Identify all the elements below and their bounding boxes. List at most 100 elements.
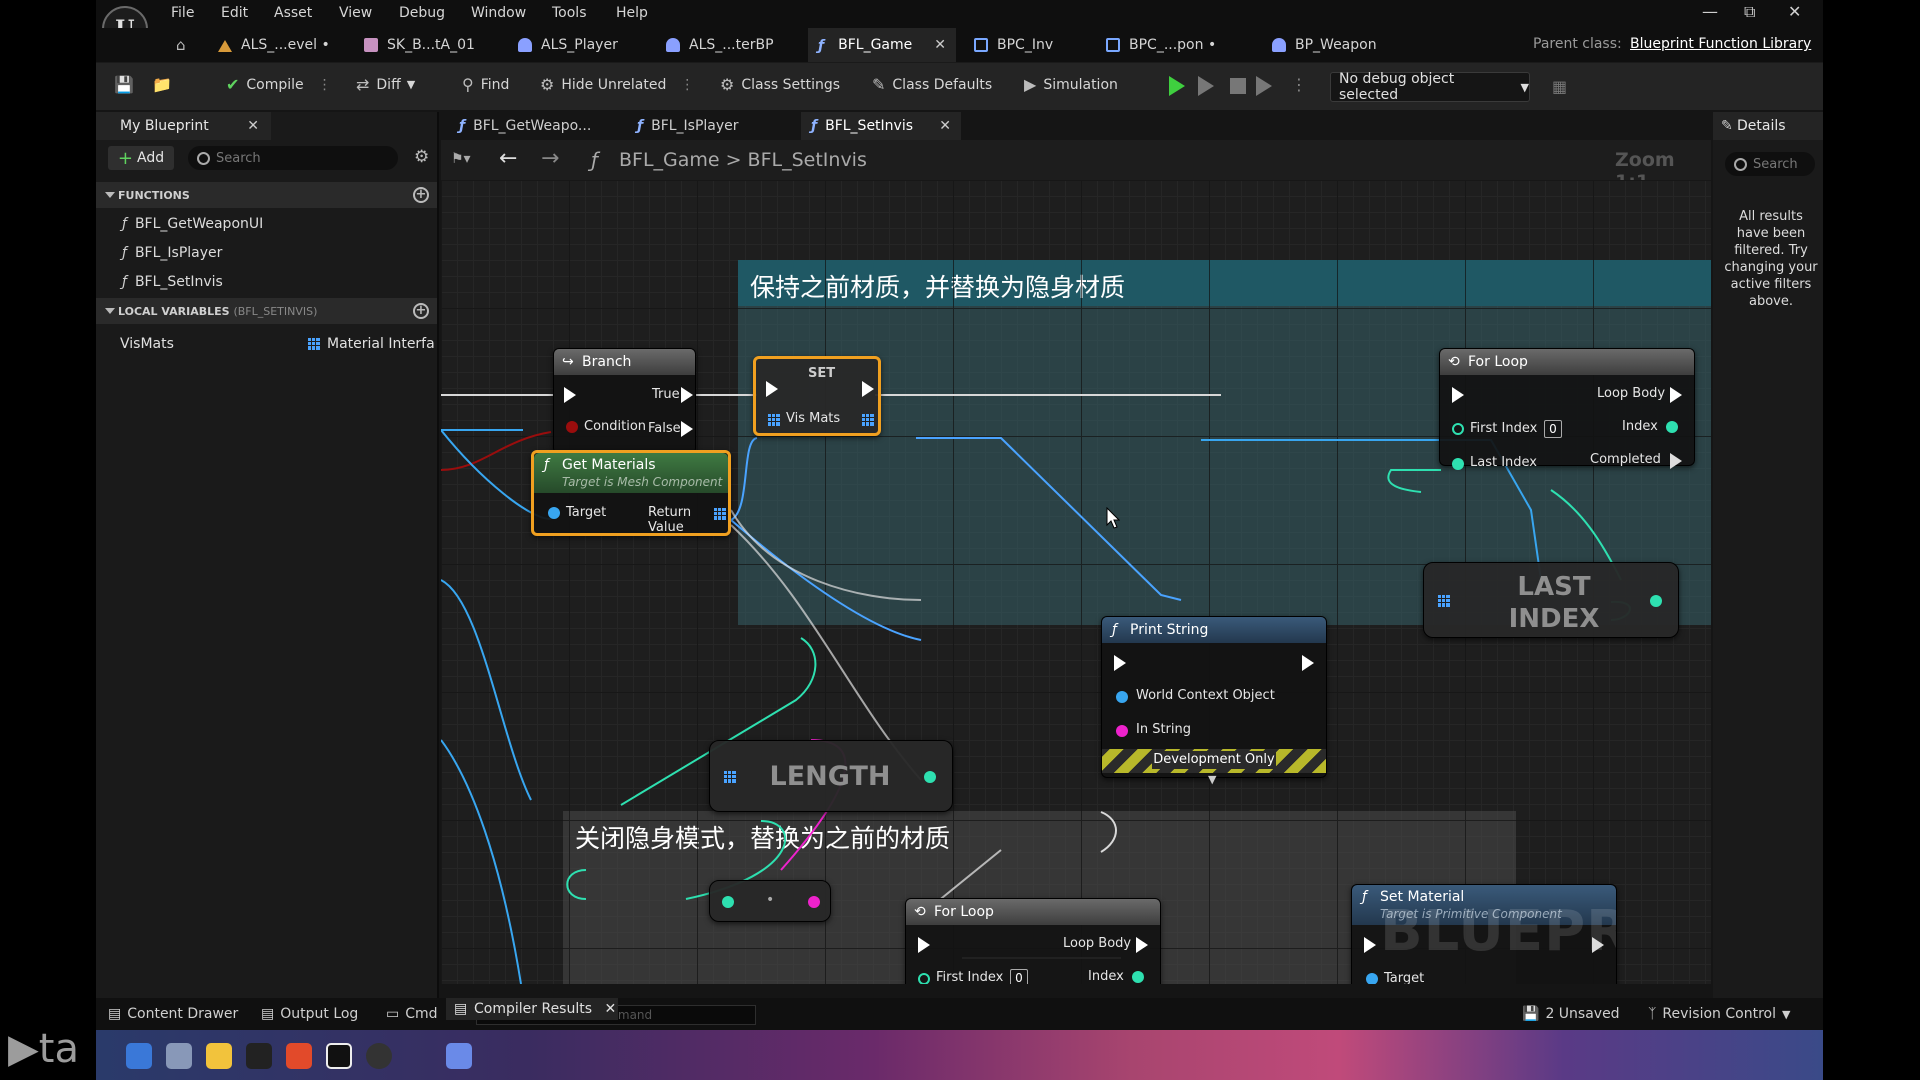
details-tab[interactable]: ✎ Details xyxy=(1713,112,1823,140)
class-defaults-button[interactable]: ✎ Class Defaults xyxy=(872,75,992,94)
debug-object-select[interactable]: No debug object selected ▼ xyxy=(1330,71,1530,103)
doc-tab-bpc-weapon[interactable]: BPC_...pon • xyxy=(1096,28,1226,62)
exec-in-pin[interactable] xyxy=(766,381,778,397)
close-tab-icon[interactable]: ✕ xyxy=(247,118,259,134)
output-pin[interactable] xyxy=(808,896,820,908)
chevron-down-icon[interactable]: ▼ xyxy=(1208,773,1216,786)
branch-node[interactable]: ↪ Branch True Condition False xyxy=(553,348,696,454)
false-exec-pin[interactable] xyxy=(681,421,693,437)
array-in-pin[interactable] xyxy=(1438,595,1450,607)
obs-icon[interactable] xyxy=(366,1043,392,1069)
app-icon[interactable] xyxy=(446,1043,472,1069)
compile-button[interactable]: ✔ Compile ⋮ xyxy=(226,75,332,94)
first-index-pin[interactable] xyxy=(1452,423,1464,435)
graph-tab-get-weapon[interactable]: ƒ BFL_GetWeapo... xyxy=(449,112,601,140)
output-log-button[interactable]: ▤ Output Log xyxy=(261,1006,358,1022)
exec-out-pin[interactable] xyxy=(1302,655,1314,671)
close-tab-icon[interactable]: ✕ xyxy=(604,1001,616,1017)
first-index-input[interactable]: 0 xyxy=(1544,420,1562,438)
first-index-pin[interactable] xyxy=(918,973,930,984)
simulation-button[interactable]: ▶ Simulation xyxy=(1024,75,1118,94)
play-icon[interactable] xyxy=(1169,76,1185,96)
doc-tab-bfl-game[interactable]: ƒ BFL_Game ✕ xyxy=(808,28,956,62)
bookmark-icon[interactable]: ⚑▾ xyxy=(451,151,471,167)
file-explorer-icon[interactable] xyxy=(206,1043,232,1069)
more-options-icon[interactable]: ⋮ xyxy=(680,77,694,93)
function-item-is-player[interactable]: ƒ BFL_IsPlayer xyxy=(122,245,222,261)
restore-icon[interactable]: ⧉ xyxy=(1744,2,1755,22)
true-exec-pin[interactable] xyxy=(681,387,693,403)
variable-name[interactable]: VisMats xyxy=(120,336,174,352)
menu-help[interactable]: Help xyxy=(616,5,648,21)
step-icon[interactable] xyxy=(1198,76,1214,96)
content-drawer-button[interactable]: ▤ Content Drawer xyxy=(108,1006,238,1022)
my-blueprint-search-input[interactable]: Search xyxy=(188,146,398,170)
browse-icon[interactable]: 📁 xyxy=(152,75,179,94)
subtract-node[interactable]: • xyxy=(709,880,831,922)
add-variable-icon[interactable]: + xyxy=(413,303,429,319)
index-pin[interactable] xyxy=(1666,421,1678,433)
unreal-editor-taskbar-icon[interactable] xyxy=(326,1043,352,1069)
menu-asset[interactable]: Asset xyxy=(274,5,312,21)
exec-out-pin[interactable] xyxy=(862,381,874,397)
for-loop-node-top[interactable]: ⟲ For Loop Loop Body First Index 0 Index … xyxy=(1439,348,1695,470)
doc-tab-bp-weapon[interactable]: BP_Weapon xyxy=(1262,28,1387,62)
first-index-input[interactable]: 0 xyxy=(1010,969,1028,984)
menu-edit[interactable]: Edit xyxy=(221,5,248,21)
menu-view[interactable]: View xyxy=(339,5,372,21)
print-string-node[interactable]: ƒ Print String World Context Object In St… xyxy=(1101,616,1327,786)
index-pin[interactable] xyxy=(1132,971,1144,983)
menu-file[interactable]: File xyxy=(171,5,194,21)
doc-tab-skeleton[interactable]: SK_B...tA_01 xyxy=(354,28,485,62)
set-vis-mats-node[interactable]: SET Vis Mats xyxy=(753,356,881,436)
class-settings-button[interactable]: ⚙ Class Settings xyxy=(720,75,840,94)
last-index-pin[interactable] xyxy=(1452,458,1464,470)
settings-gear-icon[interactable]: ⚙ xyxy=(414,147,429,167)
condition-pin[interactable] xyxy=(566,421,578,433)
for-loop-node-bottom[interactable]: ⟲ For Loop Loop Body First Index 0 Index xyxy=(905,898,1161,984)
close-tab-icon[interactable]: ✕ xyxy=(939,118,951,134)
exec-out-pin[interactable] xyxy=(1592,937,1604,953)
get-materials-node[interactable]: ƒ Get Materials Target is Mesh Component… xyxy=(531,450,731,536)
doc-tab-als-character[interactable]: ALS_...terBP xyxy=(656,28,784,62)
exec-in-pin[interactable] xyxy=(918,937,930,953)
more-options-icon[interactable]: ⋮ xyxy=(318,77,332,93)
exec-in-pin[interactable] xyxy=(1364,937,1376,953)
forward-arrow-icon[interactable]: → xyxy=(541,146,559,171)
breadcrumb-root[interactable]: BFL_Game xyxy=(619,149,720,171)
return-value-pin[interactable] xyxy=(714,508,726,520)
save-icon[interactable]: 💾 xyxy=(114,75,141,94)
vis-mats-out-pin[interactable] xyxy=(862,414,874,426)
cmd-button[interactable]: ▭ Cmd xyxy=(386,1006,438,1022)
add-button[interactable]: + Add xyxy=(108,146,174,170)
close-window-icon[interactable]: ✕ xyxy=(1788,2,1801,21)
stop-icon[interactable] xyxy=(1230,78,1246,94)
taskview-icon[interactable] xyxy=(166,1043,192,1069)
windows-start-icon[interactable] xyxy=(126,1043,152,1069)
last-index-node[interactable]: LAST INDEX xyxy=(1423,562,1679,638)
more-options-icon[interactable]: ⋮ xyxy=(1291,75,1307,94)
functions-section-header[interactable]: FUNCTIONS + xyxy=(96,182,437,208)
my-blueprint-tab[interactable]: My Blueprint ✕ xyxy=(96,112,271,140)
home-icon[interactable]: ⌂ xyxy=(176,36,186,54)
menu-tools[interactable]: Tools xyxy=(552,5,587,21)
revision-control-button[interactable]: ᛉ Revision Control ▼ xyxy=(1648,1006,1790,1022)
variable-type[interactable]: Material Interfa xyxy=(308,336,435,352)
hide-unrelated-button[interactable]: ⚙ Hide Unrelated ⋮ xyxy=(540,75,694,94)
find-button[interactable]: ⚲ Find xyxy=(462,75,509,94)
browser-icon[interactable] xyxy=(286,1043,312,1069)
target-pin[interactable] xyxy=(548,507,560,519)
details-search-input[interactable]: Search xyxy=(1725,152,1815,176)
back-arrow-icon[interactable]: ← xyxy=(499,146,517,171)
exec-in-pin[interactable] xyxy=(1452,387,1464,403)
loop-body-pin[interactable] xyxy=(1670,387,1682,403)
graph-canvas[interactable]: 保持之前材质，并替换为隐身材质 关闭隐身模式，替换为之前的材质 ↪ Branch… xyxy=(441,180,1711,984)
input-a-pin[interactable] xyxy=(722,896,734,908)
graph-tab-is-player[interactable]: ƒ BFL_IsPlayer xyxy=(627,112,749,140)
function-item-get-weapon-ui[interactable]: ƒ BFL_GetWeaponUI xyxy=(122,216,263,232)
target-pin[interactable] xyxy=(1366,973,1378,984)
parent-class-link[interactable]: Blueprint Function Library xyxy=(1630,36,1811,52)
resume-icon[interactable] xyxy=(1256,76,1272,96)
set-material-node[interactable]: ƒ Set Material Target is Primitive Compo… xyxy=(1351,884,1617,984)
menu-window[interactable]: Window xyxy=(471,5,526,21)
